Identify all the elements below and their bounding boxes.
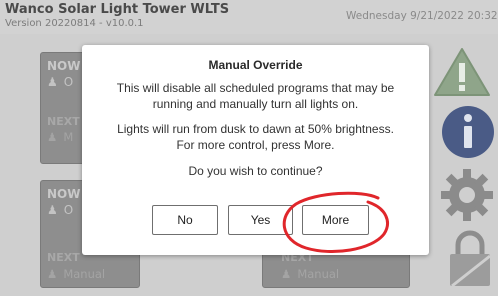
person-icon: ♟ [47,267,58,281]
dialog-text-line-1: This will disable all scheduled programs… [116,81,395,95]
dialog-text-line-4: For more control, press More. [176,138,335,152]
more-button[interactable]: More [302,205,369,235]
no-button[interactable]: No [152,205,218,235]
yes-button[interactable]: Yes [228,205,293,235]
app-screen: Wanco Solar Light Tower WLTS Version 202… [0,0,498,296]
tile-now-mode: ♟ O [47,75,74,89]
tile-next-label: NEXT [47,251,80,264]
warning-icon[interactable] [432,46,492,98]
person-icon: ♟ [281,267,292,281]
person-icon: ♟ [47,130,58,144]
dialog-text-line-5: Do you wish to continue? [188,164,323,178]
gear-icon[interactable] [438,166,496,224]
tile-now-label: NOW [47,59,81,73]
app-datetime: Wednesday 9/21/2022 20:32 [346,10,498,22]
tile-now-label: NOW [47,187,81,201]
lock-icon[interactable] [444,228,496,292]
app-version: Version 20220814 - v10.0.1 [5,18,144,29]
dialog-text-line-3: Lights will run from dusk to dawn at 50%… [117,122,394,136]
person-icon: ♟ [47,203,58,217]
tile-next-mode: ♟ Manual [47,267,106,281]
app-title: Wanco Solar Light Tower WLTS [5,2,230,17]
tile-next-mode: ♟ Manual [281,267,340,281]
dialog-text-line-2: running and manually turn all lights on. [152,97,359,111]
manual-override-dialog: Manual Override This will disable all sc… [82,45,429,255]
tile-next-mode: ♟ M [47,130,74,144]
tile-now-mode: ♟ O [47,203,74,217]
tile-next-label: NEXT [47,115,80,128]
person-icon: ♟ [47,75,58,89]
info-icon[interactable] [440,104,496,160]
dialog-title: Manual Override [208,58,303,72]
app-header: Wanco Solar Light Tower WLTS Version 202… [0,0,498,34]
